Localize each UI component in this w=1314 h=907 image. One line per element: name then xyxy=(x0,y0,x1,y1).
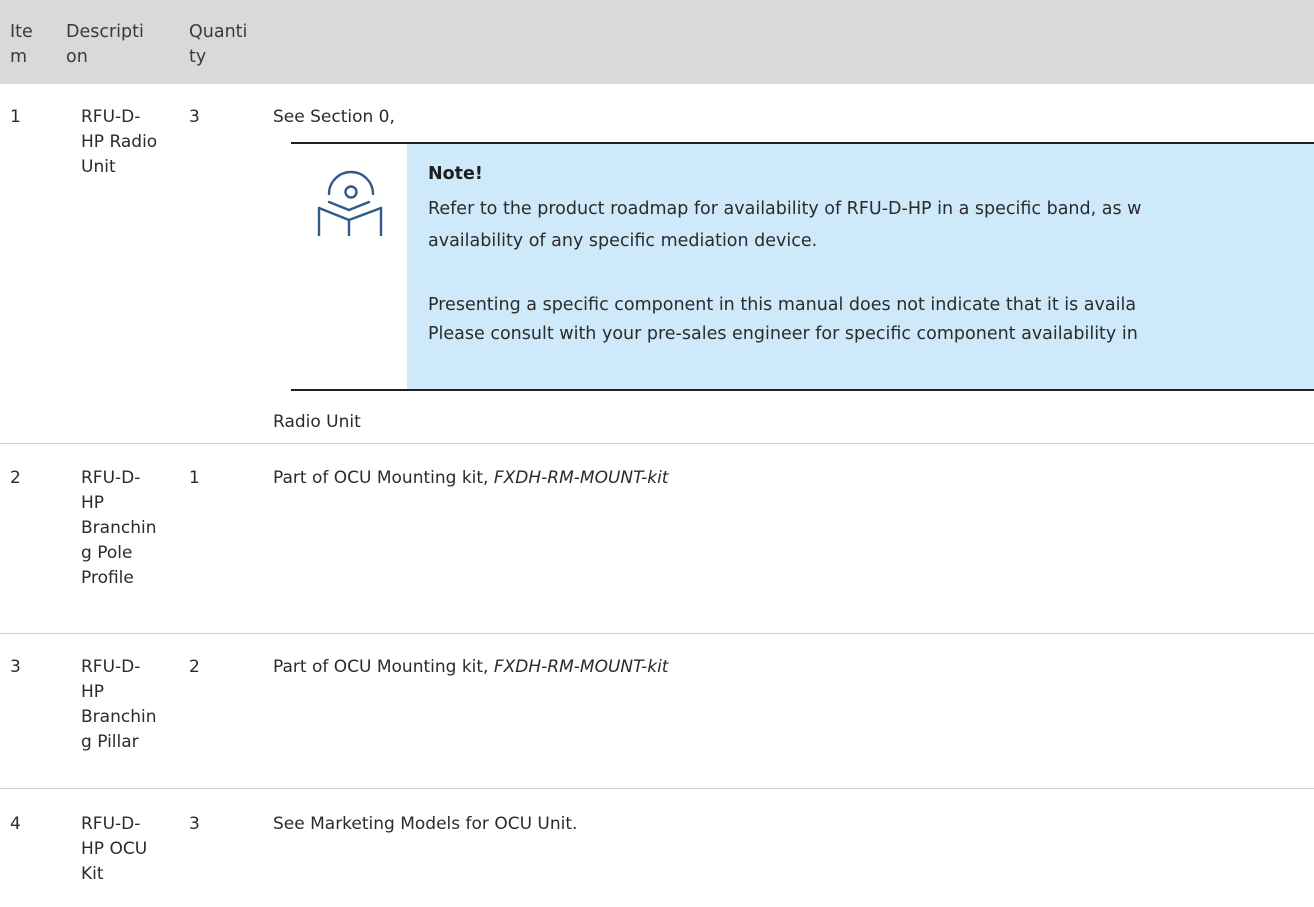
row-notes: Part of OCU Mounting kit, FXDH-RM-MOUNT-… xyxy=(273,655,668,680)
reading-book-icon xyxy=(317,170,383,236)
note-bottom-rule xyxy=(291,389,1314,391)
row-description: RFU-D- HP Branchin g Pole Profile xyxy=(81,468,157,588)
note-text-line: Please consult with your pre-sales engin… xyxy=(428,324,1138,344)
row-notes: See Marketing Models for OCU Unit. xyxy=(273,814,578,834)
row-notes-kit-name: FXDH-RM-MOUNT-kit xyxy=(493,657,669,677)
row-notes-continued: Radio Unit xyxy=(273,412,361,432)
note-text-line: Presenting a specific component in this … xyxy=(428,295,1137,315)
row-item: 3 xyxy=(10,657,21,677)
row-quantity: 3 xyxy=(189,107,200,127)
row-notes-kit-name: FXDH-RM-MOUNT-kit xyxy=(493,468,669,488)
row-item: 4 xyxy=(10,814,21,834)
row-notes: Part of OCU Mounting kit, FXDH-RM-MOUNT-… xyxy=(273,466,668,491)
row-notes-text: Part of OCU Mounting kit, xyxy=(273,657,494,677)
row-notes-text: Part of OCU Mounting kit, xyxy=(273,468,494,488)
row-quantity: 1 xyxy=(189,468,200,488)
row-description: RFU-D- HP OCU Kit xyxy=(81,814,148,884)
note-text-line: availability of any specific mediation d… xyxy=(428,231,818,251)
row-divider xyxy=(0,633,1314,634)
note-box: Note! Refer to the product roadmap for a… xyxy=(407,144,1314,389)
row-item: 1 xyxy=(10,107,21,127)
row-item: 2 xyxy=(10,468,21,488)
note-text-line: Refer to the product roadmap for availab… xyxy=(428,199,1142,219)
row-divider xyxy=(0,443,1314,444)
row-description: RFU-D- HP Radio Unit xyxy=(81,107,158,177)
row-description: RFU-D- HP Branchin g Pillar xyxy=(81,657,157,752)
row-quantity: 2 xyxy=(189,657,200,677)
note-callout: Note! Refer to the product roadmap for a… xyxy=(291,142,1314,391)
row-quantity: 3 xyxy=(189,814,200,834)
row-notes: See Section 0, xyxy=(273,107,395,127)
header-description: Descripti on xyxy=(66,22,144,67)
note-title: Note! xyxy=(428,164,483,184)
header-item: Ite m xyxy=(10,22,33,67)
header-quantity: Quanti ty xyxy=(189,22,248,67)
row-divider xyxy=(0,788,1314,789)
